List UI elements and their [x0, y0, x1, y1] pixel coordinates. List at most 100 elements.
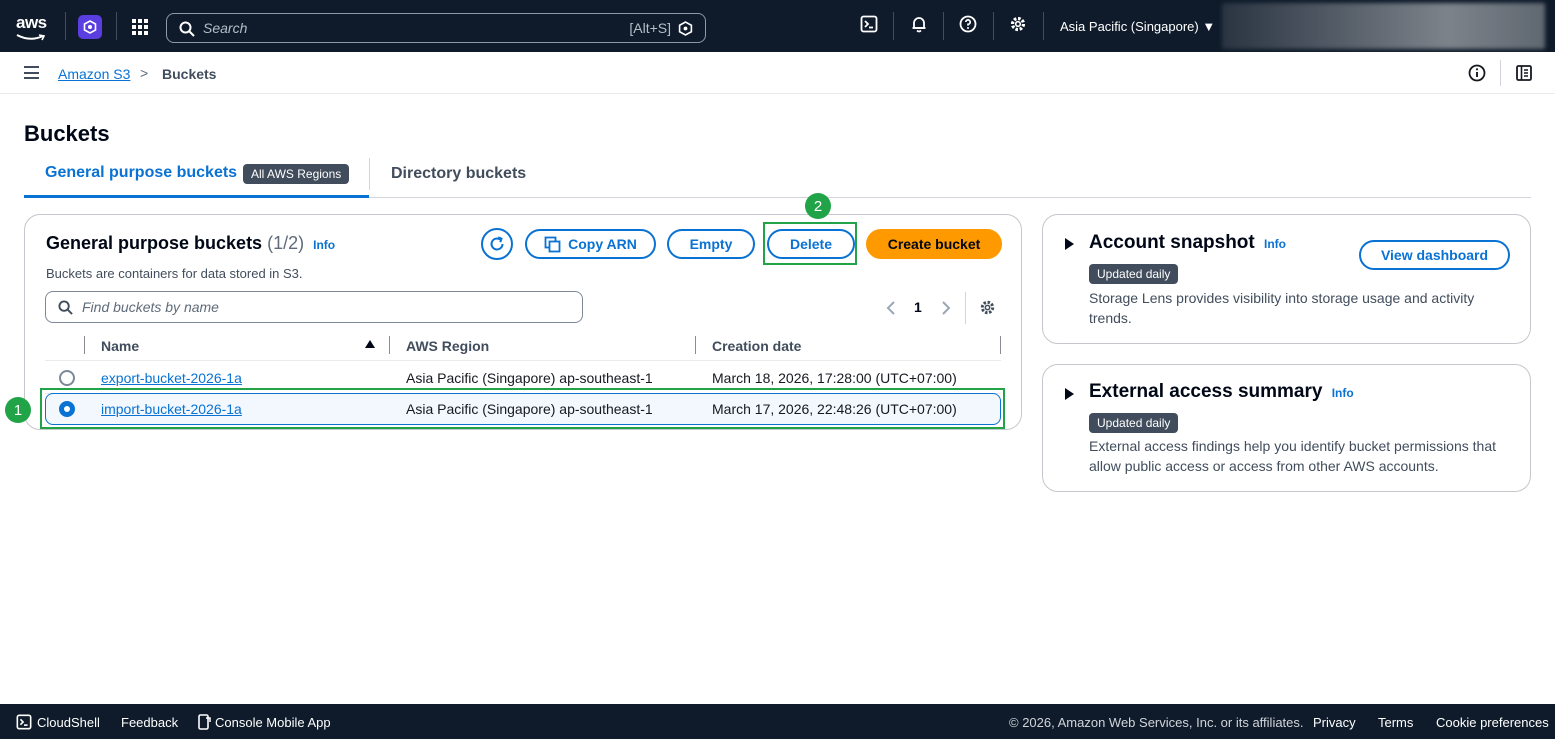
copy-arn-label: Copy ARN: [568, 236, 637, 252]
refresh-icon: [490, 236, 504, 251]
footer-cloudshell[interactable]: CloudShell: [37, 715, 100, 730]
mobile-app-icon[interactable]: [198, 714, 211, 730]
external-access-panel: External access summary Info Updated dai…: [1042, 364, 1531, 492]
chevron-left-icon[interactable]: [885, 301, 897, 315]
global-search[interactable]: [Alt+S]: [166, 13, 706, 43]
chevron-right-icon: >: [140, 65, 149, 81]
nav-divider: [893, 12, 894, 40]
menu-icon[interactable]: [24, 66, 39, 79]
search-shortcut-hint: [Alt+S]: [629, 20, 671, 36]
copy-icon: [544, 236, 561, 252]
gear-icon[interactable]: [1009, 15, 1031, 37]
breadcrumb-amazon-s3[interactable]: Amazon S3: [58, 66, 130, 82]
account-snapshot-title-text: Account snapshot: [1089, 232, 1255, 253]
nav-divider: [943, 12, 944, 40]
tab-directory-buckets[interactable]: Directory buckets: [391, 165, 526, 183]
grid-icon[interactable]: [132, 19, 148, 35]
nav-divider: [116, 12, 117, 40]
column-divider: [695, 336, 696, 354]
account-snapshot-description: Storage Lens provides visibility into st…: [1089, 290, 1475, 326]
info-link[interactable]: Info: [1264, 237, 1286, 251]
annotation-box-1: [40, 388, 1005, 429]
external-access-title-text: External access summary: [1089, 381, 1323, 402]
amazon-q-small-icon[interactable]: [678, 21, 693, 36]
nav-divider: [1043, 12, 1044, 40]
footer-mobile-app[interactable]: Console Mobile App: [215, 715, 331, 730]
breadcrumb-divider: [1500, 60, 1501, 86]
search-icon: [58, 300, 73, 315]
annotation-number-2: 2: [805, 193, 831, 219]
info-link[interactable]: Info: [313, 238, 335, 252]
cloudshell-icon[interactable]: [16, 714, 32, 730]
view-dashboard-button[interactable]: View dashboard: [1359, 240, 1510, 270]
copy-arn-button[interactable]: Copy ARN: [525, 229, 656, 259]
pager-divider: [965, 292, 966, 324]
table-header: Name AWS Region Creation date: [45, 333, 1001, 361]
expand-caret-icon[interactable]: [1065, 238, 1074, 250]
panel-title-text: General purpose buckets: [46, 233, 263, 253]
bucket-filter[interactable]: [45, 291, 583, 323]
column-divider: [1000, 336, 1001, 354]
row-select-radio[interactable]: [59, 370, 75, 386]
account-menu-blurred[interactable]: [1222, 3, 1545, 49]
bell-icon[interactable]: [910, 15, 932, 37]
annotation-box-2: [763, 222, 857, 265]
column-name[interactable]: Name: [101, 338, 139, 354]
aws-smile-icon: [16, 34, 46, 41]
footer-copyright: © 2026, Amazon Web Services, Inc. or its…: [1009, 715, 1304, 730]
tab-general-purpose-buckets[interactable]: General purpose buckets All AWS Regions: [24, 154, 369, 198]
bucket-creation-date: March 18, 2026, 17:28:00 (UTC+07:00): [712, 370, 957, 386]
empty-button[interactable]: Empty: [667, 229, 755, 259]
aws-logo-text: aws: [16, 13, 47, 32]
page-title: Buckets: [24, 121, 110, 146]
all-regions-badge: All AWS Regions: [243, 164, 350, 184]
side-panel-icon[interactable]: [1515, 64, 1533, 82]
footer-cookie-preferences[interactable]: Cookie preferences: [1436, 715, 1549, 730]
sort-ascending-icon[interactable]: [365, 340, 375, 348]
external-access-description: External access findings help you identi…: [1089, 438, 1496, 474]
panel-description: Buckets are containers for data stored i…: [46, 266, 303, 281]
help-icon[interactable]: [959, 15, 981, 37]
region-selector[interactable]: Asia Pacific (Singapore) ▼: [1060, 19, 1215, 34]
amazon-q-icon[interactable]: [78, 15, 102, 39]
page-number[interactable]: 1: [914, 299, 922, 315]
nav-divider: [65, 12, 66, 40]
aws-logo[interactable]: aws: [14, 13, 50, 41]
column-region[interactable]: AWS Region: [406, 338, 489, 354]
table-settings-icon[interactable]: [979, 299, 996, 316]
refresh-button[interactable]: [481, 228, 513, 260]
account-snapshot-panel: Account snapshot Info Updated daily Stor…: [1042, 214, 1531, 344]
bucket-tabs: General purpose buckets All AWS Regions …: [24, 154, 1531, 198]
column-divider: [389, 336, 390, 354]
footer-privacy[interactable]: Privacy: [1313, 715, 1356, 730]
search-icon: [179, 21, 195, 37]
external-access-title: External access summary Info: [1089, 381, 1354, 403]
column-creation-date[interactable]: Creation date: [712, 338, 801, 354]
updated-daily-badge: Updated daily: [1089, 264, 1179, 284]
footer: CloudShell Feedback Console Mobile App ©…: [0, 704, 1555, 739]
info-icon[interactable]: [1468, 64, 1486, 82]
create-bucket-button[interactable]: Create bucket: [866, 229, 1002, 259]
tab-label: General purpose buckets: [45, 164, 238, 181]
column-divider: [84, 336, 85, 354]
chevron-right-icon[interactable]: [940, 301, 952, 315]
footer-terms[interactable]: Terms: [1378, 715, 1413, 730]
top-navigation: aws [Alt+S] Asia Pacific (Singapore) ▼: [0, 0, 1555, 52]
breadcrumb-bar: Amazon S3 > Buckets: [0, 52, 1555, 94]
info-link[interactable]: Info: [1332, 386, 1354, 400]
bucket-region: Asia Pacific (Singapore) ap-southeast-1: [406, 370, 653, 386]
nav-divider: [993, 12, 994, 40]
global-search-input[interactable]: [203, 20, 603, 36]
expand-caret-icon[interactable]: [1065, 388, 1074, 400]
bucket-name-link[interactable]: export-bucket-2026-1a: [101, 370, 242, 386]
account-snapshot-title: Account snapshot Info: [1089, 232, 1286, 254]
panel-title: General purpose buckets (1/2) Info: [46, 233, 335, 254]
tab-divider: [369, 158, 370, 190]
footer-feedback[interactable]: Feedback: [121, 715, 178, 730]
updated-daily-badge: Updated daily: [1089, 413, 1179, 433]
selection-count: (1/2): [267, 233, 305, 253]
bucket-search-input[interactable]: [82, 299, 562, 315]
annotation-number-1: 1: [5, 397, 31, 423]
breadcrumb-current: Buckets: [162, 66, 217, 82]
cloudshell-icon[interactable]: [860, 15, 882, 37]
